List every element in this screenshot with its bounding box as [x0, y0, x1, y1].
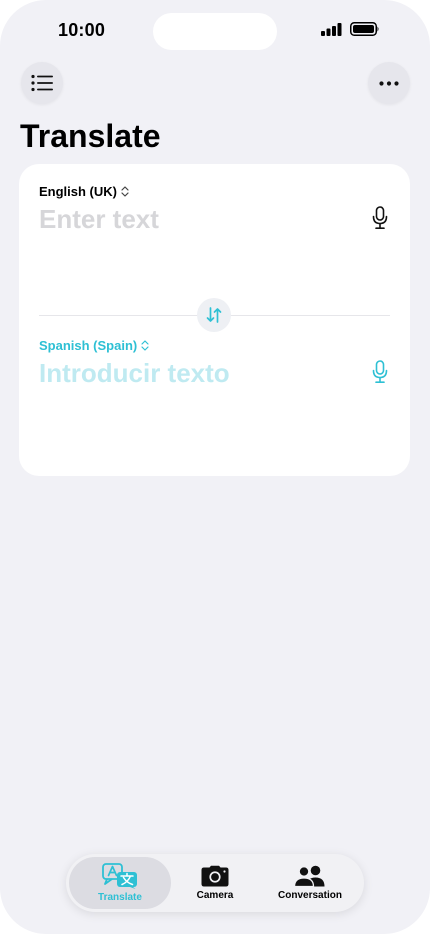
target-text-output: Introducir texto [39, 358, 230, 388]
microphone-icon[interactable] [372, 206, 388, 230]
people-icon [294, 865, 325, 887]
signal-icon [321, 22, 342, 36]
tab-translate[interactable]: Translate [69, 857, 171, 909]
status-time: 10:00 [58, 20, 106, 40]
menu-button[interactable] [21, 62, 63, 104]
page-title: Translate [20, 118, 161, 154]
microphone-icon[interactable] [372, 360, 388, 384]
tab-translate-label: Translate [98, 892, 142, 903]
tab-conversation-label: Conversation [278, 890, 342, 901]
phone-screen: 10:00 Translate English (UK) Enter text … [0, 0, 430, 934]
source-language-selector[interactable]: English (UK) [39, 184, 129, 199]
ellipsis-icon [379, 80, 399, 86]
translate-icon [102, 863, 137, 889]
status-indicators [321, 22, 380, 36]
camera-icon [201, 865, 229, 887]
tab-camera[interactable]: Camera [174, 857, 256, 909]
swap-arrows-icon [206, 307, 222, 323]
translation-card: English (UK) Enter text Spanish (Spain) [19, 164, 410, 476]
more-options-button[interactable] [368, 62, 410, 104]
source-text-input[interactable]: Enter text [39, 204, 159, 235]
dynamic-island [153, 13, 277, 50]
swap-languages-button[interactable] [197, 298, 231, 332]
source-language-label: English (UK) [39, 184, 117, 199]
target-language-label: Spanish (Spain) [39, 338, 138, 353]
battery-icon [350, 22, 379, 36]
target-language-selector[interactable]: Spanish (Spain) [39, 338, 149, 353]
chevron-up-down-icon [121, 186, 129, 197]
tab-bar: Translate Camera Conversation [66, 854, 364, 912]
list-icon [31, 74, 53, 92]
chevron-up-down-icon [141, 340, 149, 351]
tab-conversation[interactable]: Conversation [264, 857, 356, 909]
tab-camera-label: Camera [196, 890, 234, 901]
